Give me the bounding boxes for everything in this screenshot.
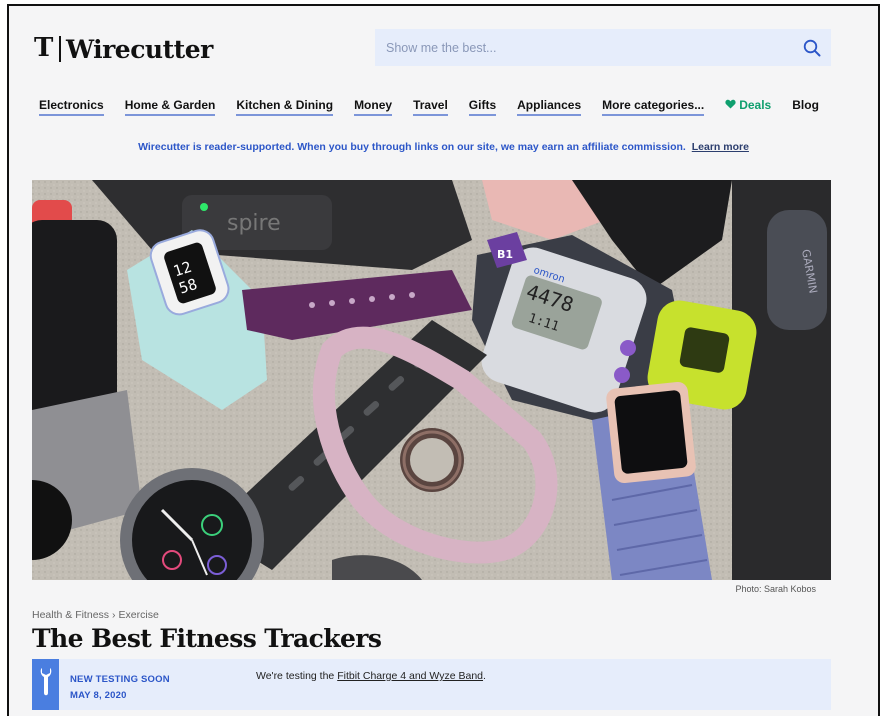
logo-divider	[59, 36, 61, 62]
search-input[interactable]	[375, 28, 793, 67]
nav-home-garden[interactable]: Home & Garden	[124, 98, 216, 116]
page-frame: T Wirecutter Electronics Home & Garden K…	[7, 4, 880, 716]
breadcrumb-subcategory[interactable]: Exercise	[119, 609, 159, 621]
nav-appliances[interactable]: Appliances	[517, 98, 582, 116]
nav-money[interactable]: Money	[354, 98, 393, 116]
search-icon[interactable]	[793, 29, 831, 66]
breadcrumb-separator: ›	[112, 609, 116, 621]
svg-text:T: T	[34, 33, 54, 61]
breadcrumb-category[interactable]: Health & Fitness	[32, 609, 109, 621]
testing-notice: NEW TESTING SOON MAY 8, 2020 We're testi…	[32, 659, 831, 710]
wrench-icon	[40, 667, 52, 702]
omron-badge: B1	[497, 248, 513, 261]
nav-more-categories[interactable]: More categories...	[602, 98, 705, 116]
learn-more-link[interactable]: Learn more	[692, 141, 749, 153]
nav-deals-label: Deals	[739, 98, 772, 112]
category-nav: Electronics Home & Garden Kitchen & Dini…	[39, 98, 819, 122]
wirecutter-logo[interactable]: T Wirecutter	[33, 32, 213, 66]
nyt-mark-icon: T	[34, 33, 54, 63]
spire-label: spire	[227, 211, 281, 236]
nav-blog[interactable]: Blog	[792, 98, 819, 114]
nav-travel[interactable]: Travel	[413, 98, 448, 116]
search-bar[interactable]	[375, 28, 831, 67]
fitness-trackers-photo: GARMIN spire 12 58 4478 1:11 omron B1	[32, 180, 831, 580]
notice-date: MAY 8, 2020	[70, 690, 127, 701]
nav-kitchen-dining[interactable]: Kitchen & Dining	[236, 98, 334, 116]
affiliate-text: Wirecutter is reader-supported. When you…	[138, 141, 686, 153]
affiliate-disclosure: Wirecutter is reader-supported. When you…	[9, 141, 878, 153]
brand-name: Wirecutter	[66, 34, 213, 64]
notice-status-block: NEW TESTING SOON MAY 8, 2020	[70, 672, 170, 704]
notice-message: We're testing the Fitbit Charge 4 and Wy…	[256, 670, 486, 682]
notice-text-prefix: We're testing the	[256, 670, 335, 682]
notice-text-suffix: .	[483, 670, 486, 682]
notice-icon-box	[32, 659, 59, 710]
notice-status: NEW TESTING SOON	[70, 674, 170, 685]
nav-deals[interactable]: Deals	[725, 98, 771, 114]
heart-icon	[725, 98, 736, 112]
photo-credit: Photo: Sarah Kobos	[735, 584, 816, 594]
hero-image: GARMIN spire 12 58 4478 1:11 omron B1	[32, 180, 831, 580]
page-title: The Best Fitness Trackers	[32, 624, 382, 653]
fitbit-wyze-link[interactable]: Fitbit Charge 4 and Wyze Band	[337, 670, 483, 682]
nav-gifts[interactable]: Gifts	[468, 98, 497, 116]
breadcrumb: Health & Fitness › Exercise	[32, 609, 159, 621]
nyt-t-logo: T	[33, 33, 55, 66]
nav-electronics[interactable]: Electronics	[39, 98, 104, 116]
